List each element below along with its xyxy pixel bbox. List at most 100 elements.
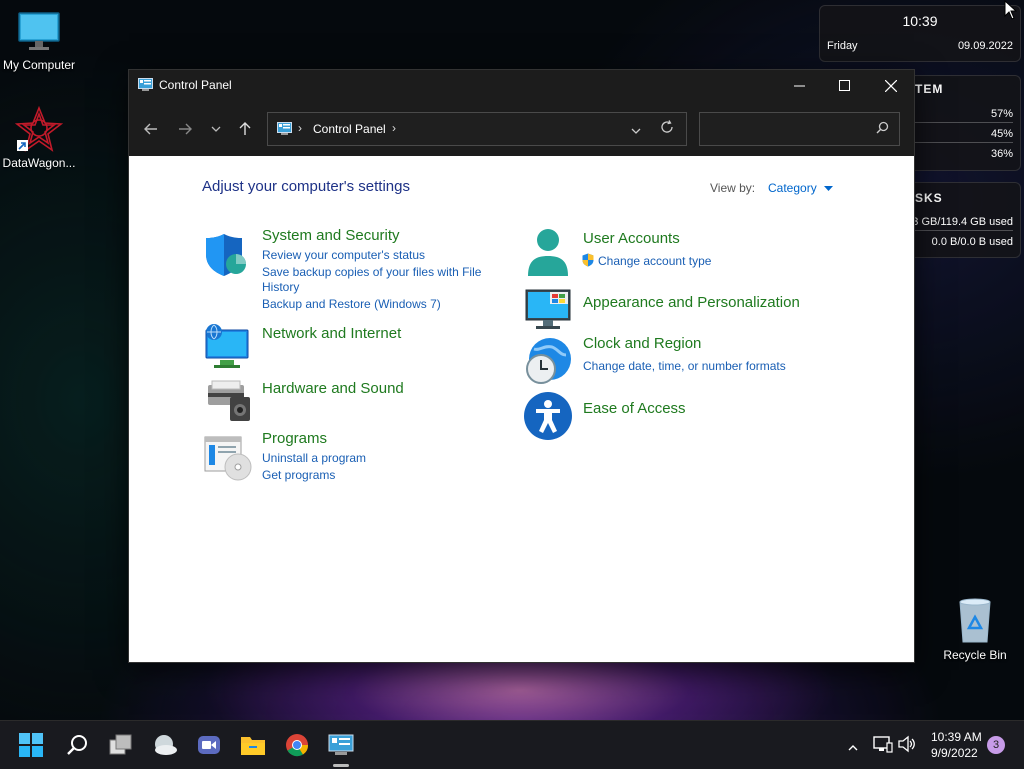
breadcrumb-control-panel[interactable]: Control Panel <box>313 122 386 136</box>
chevron-up-icon <box>848 745 858 751</box>
category-link[interactable]: Save backup copies of your files with Fi… <box>262 265 481 280</box>
category-link[interactable]: History <box>262 280 299 295</box>
accessibility-icon <box>524 392 572 440</box>
back-button[interactable] <box>140 118 162 140</box>
view-by-dropdown[interactable]: Category <box>768 181 834 195</box>
task-view-icon <box>109 734 132 755</box>
navigation-bar: › Control Panel › <box>129 101 914 156</box>
category-link[interactable]: Change account type <box>598 254 711 268</box>
start-button[interactable] <box>15 729 47 761</box>
mouse-cursor-icon <box>1004 0 1018 25</box>
appearance-monitor-icon <box>524 286 572 334</box>
category-title-link[interactable]: System and Security <box>262 227 400 244</box>
search-icon <box>67 735 87 755</box>
breadcrumb-separator-icon[interactable]: › <box>298 121 302 135</box>
desktop-icon-label: My Computer <box>2 58 76 72</box>
category-title-link[interactable]: User Accounts <box>583 230 680 247</box>
caret-down-icon <box>824 185 834 191</box>
title-bar[interactable]: Control Panel <box>129 70 914 101</box>
widgets-button[interactable] <box>149 729 181 761</box>
clock-widget: 10:39 Friday 09.09.2022 <box>819 5 1021 62</box>
chrome-icon <box>286 734 309 757</box>
address-bar[interactable]: › Control Panel › <box>267 112 687 146</box>
system-stat: 36% <box>990 148 1013 160</box>
system-widget: TEM 57% 45% 36% <box>905 75 1021 171</box>
maximize-button[interactable] <box>821 70 867 101</box>
user-icon <box>524 228 572 276</box>
search-input[interactable] <box>706 119 870 139</box>
file-explorer-button[interactable] <box>237 729 269 761</box>
task-view-button[interactable] <box>105 729 137 761</box>
taskbar: 10:39 AM 9/9/2022 3 <box>0 720 1024 769</box>
category-title-link[interactable]: Hardware and Sound <box>262 380 404 397</box>
divider <box>915 122 1013 123</box>
minimize-button[interactable] <box>776 70 822 101</box>
divider <box>915 142 1013 143</box>
search-box[interactable] <box>699 112 900 146</box>
volume-tray-button[interactable] <box>898 735 916 758</box>
datawagon-logo-icon <box>14 105 64 152</box>
search-taskbar-button[interactable] <box>61 729 93 761</box>
network-tray-button[interactable] <box>873 735 893 758</box>
system-stat: 45% <box>990 128 1013 140</box>
up-button[interactable] <box>234 118 256 140</box>
recycle-bin-icon <box>955 598 995 644</box>
close-button[interactable] <box>868 70 914 101</box>
category-link[interactable]: Change date, time, or number formats <box>583 359 786 374</box>
chrome-button[interactable] <box>281 729 313 761</box>
desktop-icon-datawagon[interactable]: DataWagon... <box>0 105 81 170</box>
category-title-link[interactable]: Ease of Access <box>583 400 686 417</box>
notification-badge[interactable]: 3 <box>987 736 1005 754</box>
desktop-icon-label: Recycle Bin <box>943 648 1007 662</box>
network-globe-icon <box>204 324 252 372</box>
folder-icon <box>241 737 265 755</box>
speaker-icon <box>898 735 915 753</box>
clock-globe-icon <box>524 337 572 385</box>
search-icon[interactable] <box>876 121 889 139</box>
show-hidden-icons-button[interactable] <box>848 739 858 757</box>
widget-date: 09.09.2022 <box>957 40 1013 52</box>
disk-usage: 0.0 B/0.0 B used <box>931 236 1013 248</box>
control-panel-app-icon <box>138 78 153 96</box>
control-panel-window: Control Panel › Control Panel › Adjust y… <box>129 70 914 662</box>
active-app-indicator <box>333 764 349 767</box>
control-panel-small-icon <box>277 122 292 140</box>
control-panel-taskbar-button[interactable] <box>325 729 357 761</box>
category-title-link[interactable]: Appearance and Personalization <box>583 294 800 311</box>
shield-icon <box>204 232 252 280</box>
desktop-icon-my-computer[interactable]: My Computer <box>0 10 81 72</box>
category-title-link[interactable]: Network and Internet <box>262 325 401 342</box>
desktop-icon-label: DataWagon... <box>2 156 76 170</box>
taskbar-clock[interactable]: 10:39 AM 9/9/2022 <box>931 729 982 761</box>
window-title: Control Panel <box>159 78 232 92</box>
recent-locations-button[interactable] <box>205 118 227 140</box>
category-link[interactable]: Backup and Restore (Windows 7) <box>262 297 441 312</box>
category-link[interactable]: Uninstall a program <box>262 451 366 466</box>
refresh-icon <box>661 120 673 133</box>
category-link[interactable]: Review your computer's status <box>262 248 425 263</box>
system-widget-header: TEM <box>915 82 944 96</box>
forward-button[interactable] <box>174 118 196 140</box>
address-history-dropdown[interactable] <box>631 122 641 140</box>
chevron-down-icon <box>631 128 641 134</box>
widget-time: 10:39 <box>902 13 938 29</box>
divider <box>915 230 1013 231</box>
refresh-button[interactable] <box>660 120 674 139</box>
programs-disc-icon <box>204 434 252 482</box>
category-title-link[interactable]: Programs <box>262 430 327 447</box>
breadcrumb-separator-icon[interactable]: › <box>392 121 396 135</box>
taskbar-time: 10:39 AM <box>931 730 982 744</box>
change-account-type-link[interactable]: Change account type <box>581 253 711 269</box>
view-by-value[interactable]: Category <box>768 181 817 195</box>
system-stat: 57% <box>990 108 1013 120</box>
category-title-link[interactable]: Clock and Region <box>583 335 701 352</box>
category-link[interactable]: Get programs <box>262 468 335 483</box>
control-panel-icon <box>328 734 354 755</box>
printer-speaker-icon <box>204 379 252 427</box>
teams-chat-button[interactable] <box>193 729 225 761</box>
disks-widget: SKS 3 GB/119.4 GB used 0.0 B/0.0 B used <box>905 182 1021 258</box>
content-pane: Adjust your computer's settings View by:… <box>129 156 914 662</box>
video-chat-icon <box>198 736 220 754</box>
desktop-icon-recycle-bin[interactable]: Recycle Bin <box>933 598 1017 662</box>
uac-shield-icon <box>582 253 594 267</box>
